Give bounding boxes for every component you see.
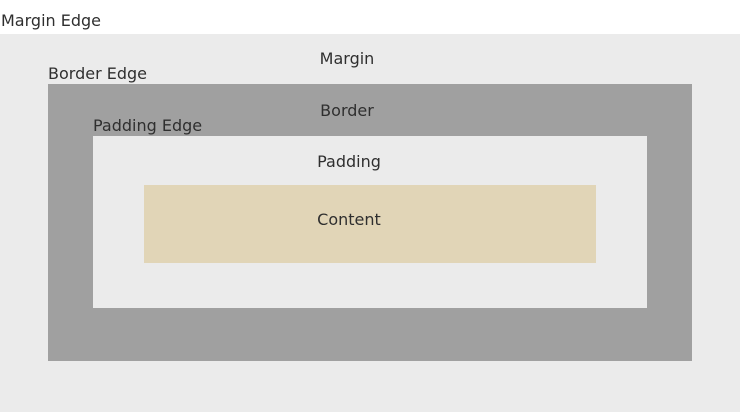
margin-edge-label: Margin Edge [1, 11, 101, 30]
padding-edge-label: Padding Edge [93, 116, 203, 135]
border-label: Border [320, 101, 374, 120]
padding-label: Padding [317, 152, 381, 171]
border-edge-label: Border Edge [48, 64, 147, 83]
content-label: Content [317, 210, 381, 229]
margin-label: Margin [319, 49, 375, 68]
